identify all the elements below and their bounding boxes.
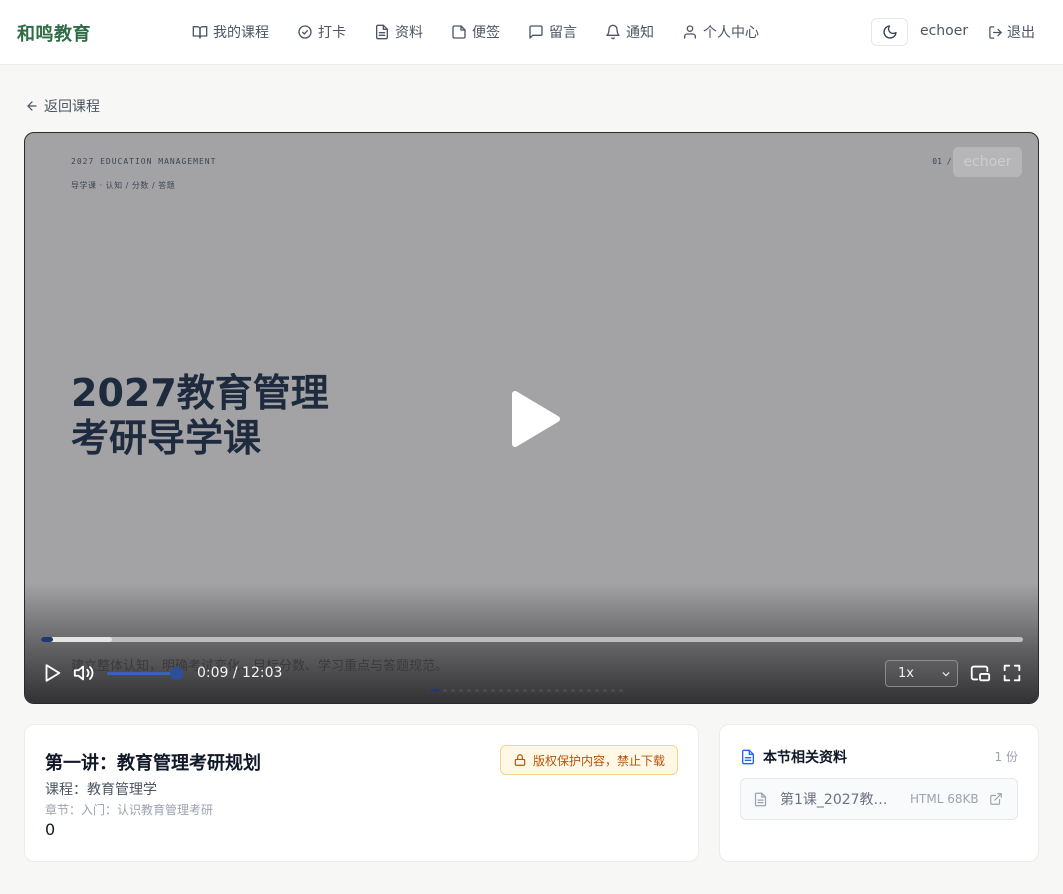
slide-dot[interactable] [611,689,615,692]
nav-messages-label: 留言 [549,25,577,41]
book-open-icon [192,26,208,39]
lock-icon [514,754,526,766]
nav-notifications[interactable]: 通知 [605,22,654,42]
slide-dot[interactable] [459,689,463,692]
slide-dot[interactable] [619,689,623,692]
volume-slider[interactable] [107,672,179,675]
nav-checkin-label: 打卡 [318,25,346,41]
picture-in-picture-icon[interactable] [969,662,991,684]
nav-materials-label: 资料 [395,25,423,41]
fullscreen-icon[interactable] [1001,662,1023,684]
main-nav: 我的课程 打卡 资料 便签 留言 通知 个人中心 [192,22,787,42]
resources-heading: 本节相关资料 [740,747,847,767]
slide-title-line-2: 考研导学课 [71,416,262,460]
file-text-icon [376,24,388,40]
slide-dot[interactable] [499,689,503,692]
lesson-course: 课程：教育管理学 [45,782,157,798]
user-watermark: echoer [953,147,1022,177]
lesson-title: 第一讲：教育管理考研规划 [45,753,261,774]
slide-title: 2027教育管理 考研导学课 [71,371,329,461]
slide-dot[interactable] [547,689,551,692]
resource-meta: HTML 68KB [910,792,979,806]
nav-my-courses-label: 我的课程 [213,25,269,41]
slide-dot[interactable] [571,689,575,692]
back-label: 返回课程 [44,99,100,115]
check-circle-icon [298,25,312,39]
nav-checkin[interactable]: 打卡 [297,22,346,42]
nav-materials[interactable]: 资料 [374,22,423,42]
resources-count: 1 份 [994,750,1018,764]
resource-item[interactable]: 第1课_2027教育管理考研导学课 HTML 68KB [740,778,1018,820]
resources-heading-label: 本节相关资料 [763,750,847,766]
slide-dot[interactable] [443,689,447,692]
sticky-note-icon [452,25,466,39]
slide-dot[interactable] [451,689,455,692]
nav-my-courses[interactable]: 我的课程 [192,22,269,42]
volume-icon[interactable] [73,662,95,684]
file-icon [754,792,767,806]
playback-speed-select[interactable]: 1x [885,660,958,687]
lesson-chapter: 章节：入门：认识教育管理考研 [45,803,214,817]
lesson-count: 0 [45,820,56,839]
slide-title-line-1: 2027教育管理 [71,371,329,415]
slide-dot[interactable] [523,689,527,692]
nav-profile-label: 个人中心 [703,25,759,41]
log-out-icon [989,25,1002,39]
playback-speed-value: 1x [898,666,914,681]
slide-dot[interactable] [431,689,439,692]
slide-tags: 导学课 · 认知 / 分数 / 答题 [71,181,176,190]
slide-dot[interactable] [595,689,599,692]
copyright-notice-text: 版权保护内容，禁止下载 [533,753,666,768]
slide-dot[interactable] [475,689,479,692]
seek-bar[interactable] [41,637,1023,642]
slide-dot[interactable] [587,689,591,692]
back-to-course-link[interactable]: 返回课程 [25,96,100,116]
play-icon[interactable] [41,662,63,684]
bell-icon [606,24,620,40]
slide-dot[interactable] [579,689,583,692]
time-display: 0:09 / 12:03 [197,665,283,681]
username[interactable]: echoer [920,23,968,39]
volume-handle[interactable] [170,667,183,680]
chevron-down-icon [942,671,950,677]
slide-indicator [431,689,627,692]
nav-notifications-label: 通知 [626,25,654,41]
slide-dot[interactable] [539,689,543,692]
external-link-icon[interactable] [989,792,1003,806]
video-player[interactable]: 2027 EDUCATION MANAGEMENT 导学课 · 认知 / 分数 … [24,132,1039,704]
slide-dot[interactable] [603,689,607,692]
lesson-info-card: 第一讲：教育管理考研规划 课程：教育管理学 章节：入门：认识教育管理考研 0 版… [24,724,699,862]
related-resources-card: 本节相关资料 1 份 第1课_2027教育管理考研导学课 HTML 68KB [719,724,1039,862]
brand-logo[interactable]: 和鸣教育 [17,20,91,46]
nav-notes-label: 便签 [472,25,500,41]
seek-played [41,637,53,642]
slide-dot[interactable] [515,689,519,692]
slide-meta: 2027 EDUCATION MANAGEMENT [71,157,217,166]
resource-name: 第1课_2027教育管理考研导学课 [780,792,898,808]
nav-notes[interactable]: 便签 [451,22,500,42]
arrow-left-icon [27,101,37,111]
top-bar: 和鸣教育 我的课程 打卡 资料 便签 留言 通知 个人中心 echoer 退出 [0,0,1063,65]
message-square-icon [529,25,543,39]
logout-label: 退出 [1007,25,1035,41]
slide-dot[interactable] [467,689,471,692]
copyright-notice-badge: 版权保护内容，禁止下载 [500,745,679,775]
theme-toggle-button[interactable] [871,18,908,46]
slide-dot[interactable] [483,689,487,692]
slide-dot[interactable] [531,689,535,692]
user-icon [684,25,696,39]
nav-profile[interactable]: 个人中心 [682,22,759,42]
file-text-icon [742,749,754,765]
slide-dot[interactable] [507,689,511,692]
slide-dot[interactable] [563,689,567,692]
big-play-icon[interactable] [509,390,561,448]
logout-button[interactable]: 退出 [988,22,1035,42]
nav-messages[interactable]: 留言 [528,22,577,42]
slide-dot[interactable] [555,689,559,692]
slide-dot[interactable] [491,689,495,692]
moon-icon [882,25,897,39]
